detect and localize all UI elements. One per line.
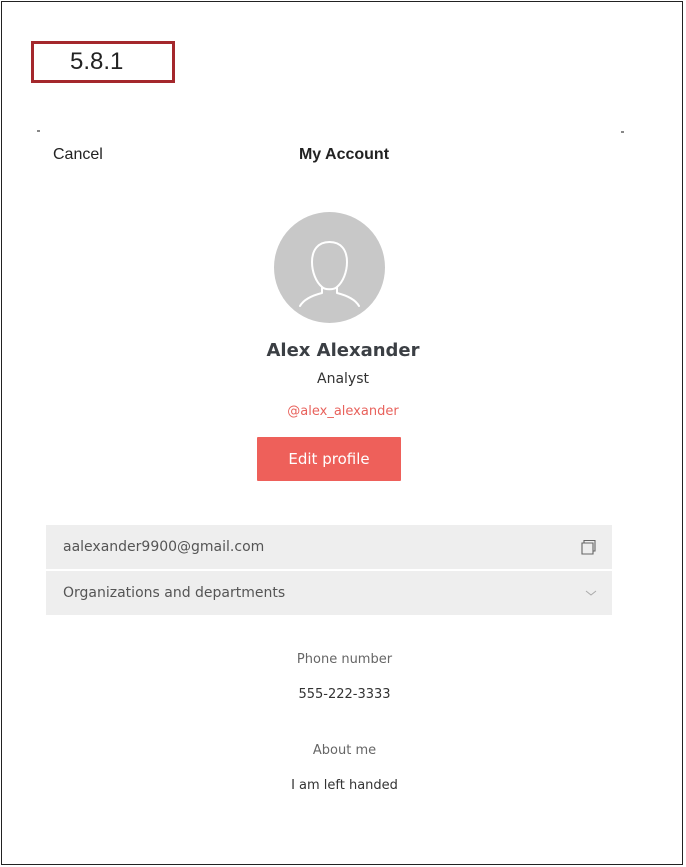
screenshot-frame (1, 1, 683, 865)
version-label: 5.8.1 (31, 41, 175, 83)
organizations-dropdown[interactable]: Organizations and departments (46, 571, 612, 615)
status-bar-speck (621, 131, 624, 133)
email-row: aalexander9900@gmail.com (46, 525, 612, 569)
page-title: My Account (298, 146, 390, 163)
avatar (274, 212, 385, 323)
edit-profile-button[interactable]: Edit profile (257, 437, 401, 481)
about-label: About me (312, 743, 377, 758)
phone-value: 555-222-3333 (298, 687, 391, 702)
phone-label: Phone number (296, 652, 393, 667)
profile-handle: @alex_alexander (287, 404, 399, 419)
user-silhouette-icon (299, 241, 360, 307)
email-value: aalexander9900@gmail.com (63, 539, 265, 555)
profile-name: Alex Alexander (266, 340, 420, 361)
organizations-label: Organizations and departments (63, 585, 286, 601)
about-value: I am left handed (291, 778, 398, 793)
chevron-down-icon (584, 571, 598, 615)
status-bar-speck (37, 130, 40, 132)
profile-role: Analyst (317, 371, 369, 387)
copy-icon[interactable] (578, 525, 598, 569)
